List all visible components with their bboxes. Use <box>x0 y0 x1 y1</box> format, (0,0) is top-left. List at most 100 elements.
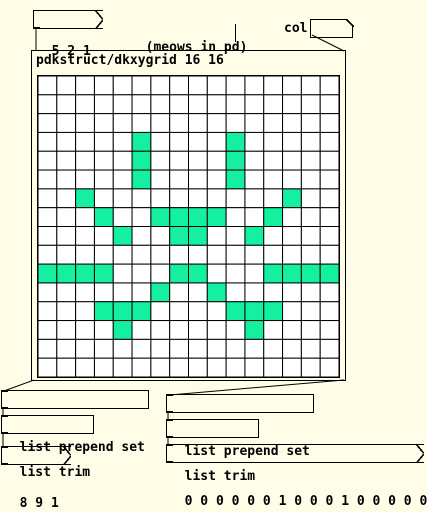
outlet[interactable] <box>1 432 8 434</box>
grid-cell[interactable] <box>56 282 77 303</box>
grid-cell[interactable] <box>300 338 321 359</box>
grid-cell[interactable] <box>206 226 227 246</box>
grid-cell[interactable] <box>282 150 302 171</box>
grid-cell[interactable] <box>150 113 171 133</box>
grid-cell[interactable] <box>150 169 171 190</box>
grid-cell[interactable] <box>244 244 265 265</box>
grid-cell[interactable] <box>282 301 302 322</box>
grid-cell[interactable] <box>112 301 133 322</box>
grid-cell[interactable] <box>75 188 95 209</box>
grid-cell[interactable] <box>131 188 152 209</box>
grid-cell[interactable] <box>225 76 246 96</box>
grid-cell[interactable] <box>93 113 114 133</box>
grid-cell[interactable] <box>263 338 284 359</box>
grid-cell[interactable] <box>225 169 246 190</box>
grid-cell[interactable] <box>75 150 95 171</box>
grid-cell[interactable] <box>169 76 190 96</box>
grid-cell[interactable] <box>188 207 208 228</box>
grid-cell[interactable] <box>225 263 246 284</box>
grid-cell[interactable] <box>282 169 302 190</box>
grid-cell[interactable] <box>112 357 133 377</box>
grid-cell[interactable] <box>263 94 284 115</box>
grid-cell[interactable] <box>112 338 133 359</box>
grid-cell[interactable] <box>56 226 77 246</box>
grid-cell[interactable] <box>131 94 152 115</box>
grid-cell[interactable] <box>75 207 95 228</box>
grid-cell[interactable] <box>263 226 284 246</box>
inlet[interactable] <box>166 394 173 396</box>
grid-cell[interactable] <box>300 244 321 265</box>
grid-cell[interactable] <box>150 76 171 96</box>
grid-cell[interactable] <box>38 244 58 265</box>
msg-outlet[interactable] <box>33 27 40 29</box>
grid-cell[interactable] <box>188 263 208 284</box>
grid-cell[interactable] <box>225 320 246 340</box>
grid-cell[interactable] <box>93 357 114 377</box>
grid-cell[interactable] <box>300 320 321 340</box>
grid-cell[interactable] <box>225 113 246 133</box>
grid-cell[interactable] <box>225 226 246 246</box>
grid-cell[interactable] <box>93 131 114 152</box>
grid-cell[interactable] <box>282 76 302 96</box>
grid-cell[interactable] <box>150 357 171 377</box>
grid-cell[interactable] <box>150 244 171 265</box>
grid-cell[interactable] <box>244 113 265 133</box>
grid-cell[interactable] <box>225 301 246 322</box>
grid-cell[interactable] <box>75 226 95 246</box>
grid-cell[interactable] <box>263 188 284 209</box>
inlet[interactable] <box>166 419 173 421</box>
grid-cell[interactable] <box>244 94 265 115</box>
grid-cell[interactable] <box>93 150 114 171</box>
grid-cell[interactable] <box>131 150 152 171</box>
grid-cell[interactable] <box>300 131 321 152</box>
grid-cell[interactable] <box>56 131 77 152</box>
grid-cell[interactable] <box>244 76 265 96</box>
grid-cell[interactable] <box>131 226 152 246</box>
grid-cell[interactable] <box>75 357 95 377</box>
grid-cell[interactable] <box>188 301 208 322</box>
grid-cell[interactable] <box>150 263 171 284</box>
outlet[interactable] <box>1 463 8 465</box>
grid-cell[interactable] <box>188 76 208 96</box>
grid-cell[interactable] <box>263 263 284 284</box>
grid-cell[interactable] <box>300 263 321 284</box>
right-output-msg[interactable]: 0 0 0 0 0 0 1 0 0 0 1 0 0 0 0 0 <box>166 444 427 509</box>
grid-cell[interactable] <box>244 357 265 377</box>
grid-cell[interactable] <box>282 94 302 115</box>
left-output-msg[interactable]: 8 9 1 <box>1 446 71 511</box>
grid-cell[interactable] <box>112 113 133 133</box>
grid-cell[interactable] <box>300 76 321 96</box>
left-list-trim[interactable]: list trim <box>1 415 95 480</box>
grid-cell[interactable] <box>244 207 265 228</box>
grid-cell[interactable] <box>131 131 152 152</box>
grid-cell[interactable] <box>319 338 339 359</box>
grid-cell[interactable] <box>112 169 133 190</box>
grid-cell[interactable] <box>244 320 265 340</box>
grid-cell[interactable] <box>282 338 302 359</box>
grid-cell[interactable] <box>131 113 152 133</box>
grid-cell[interactable] <box>188 244 208 265</box>
grid-cell[interactable] <box>93 76 114 96</box>
grid-cell[interactable] <box>263 150 284 171</box>
grid-cell[interactable] <box>206 188 227 209</box>
grid-cell[interactable] <box>319 188 339 209</box>
grid-cell[interactable] <box>169 320 190 340</box>
grid-cell[interactable] <box>263 131 284 152</box>
grid-cell[interactable] <box>75 282 95 303</box>
grid-cell[interactable] <box>169 113 190 133</box>
grid-cell[interactable] <box>93 320 114 340</box>
grid-cell[interactable] <box>225 150 246 171</box>
grid-cell[interactable] <box>112 131 133 152</box>
grid-cell[interactable] <box>300 188 321 209</box>
grid-cell[interactable] <box>38 282 58 303</box>
grid-cell[interactable] <box>319 263 339 284</box>
grid-cell[interactable] <box>131 338 152 359</box>
grid-cell[interactable] <box>319 131 339 152</box>
grid-cell[interactable] <box>56 169 77 190</box>
grid-cell[interactable] <box>131 207 152 228</box>
grid-cell[interactable] <box>188 94 208 115</box>
grid-cell[interactable] <box>38 301 58 322</box>
grid-cell[interactable] <box>38 76 58 96</box>
grid-cell[interactable] <box>206 244 227 265</box>
grid-cell[interactable] <box>263 320 284 340</box>
